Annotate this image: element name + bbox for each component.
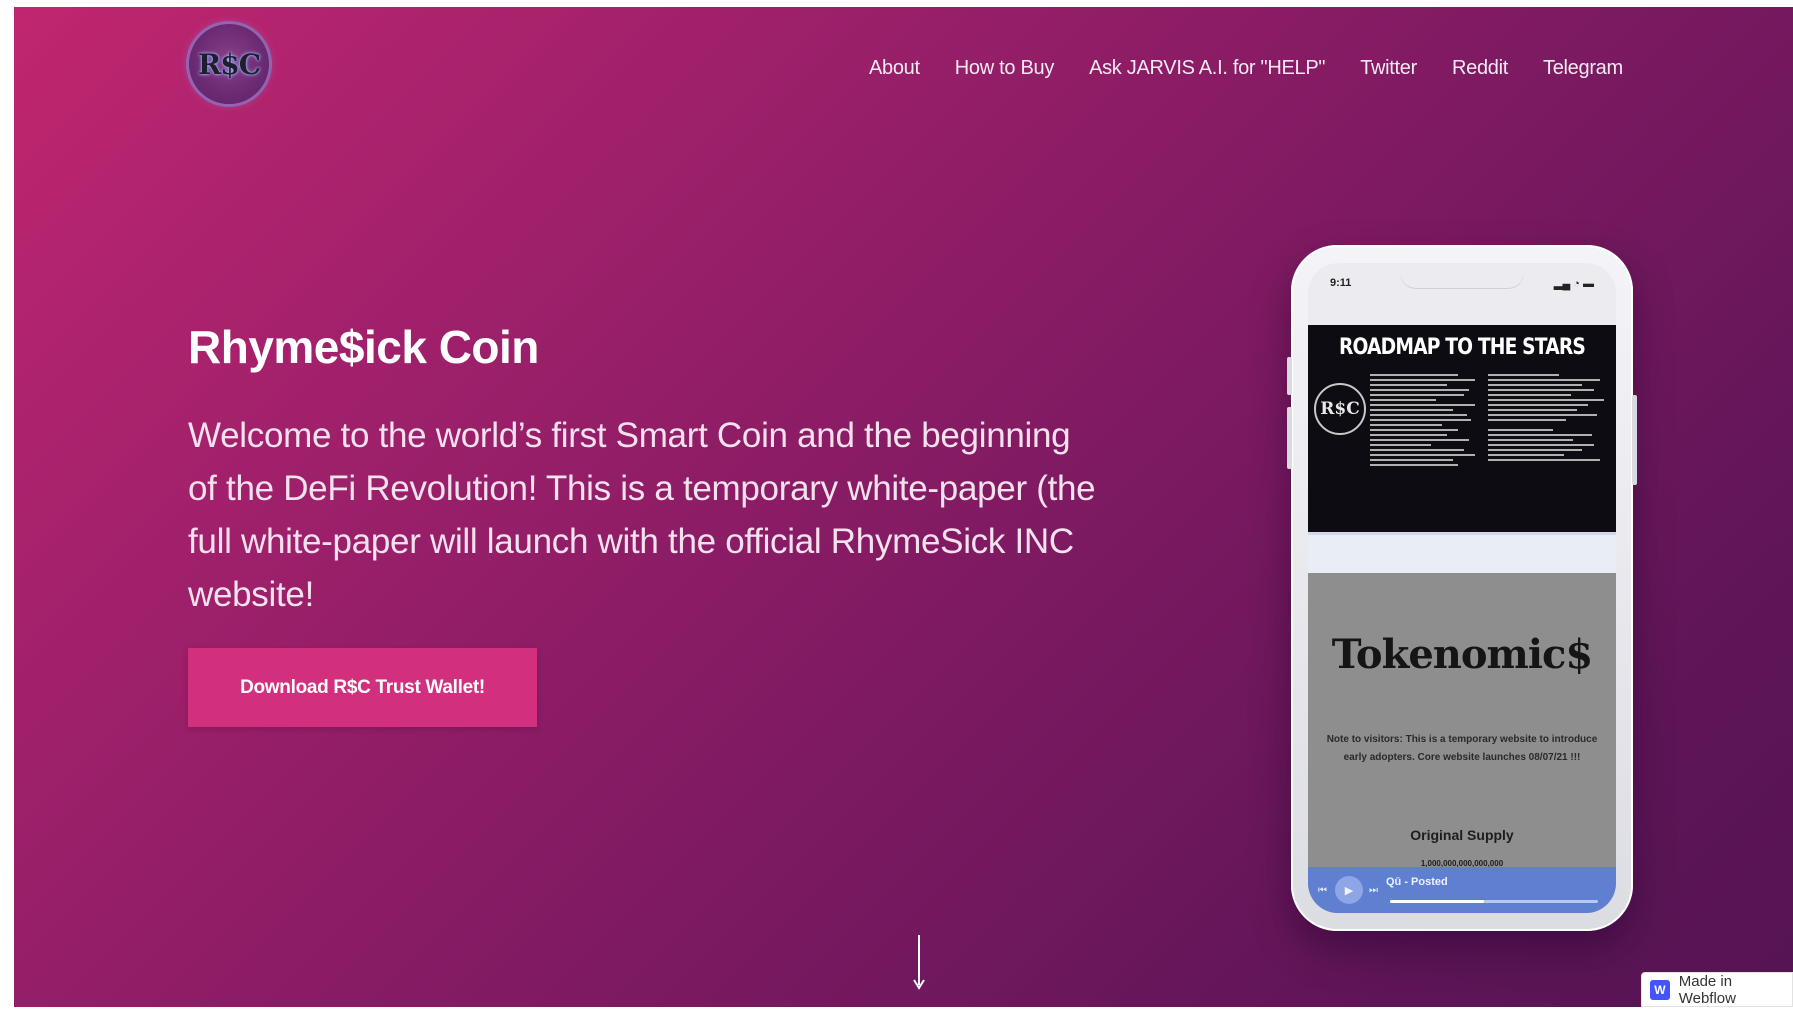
prev-icon[interactable]: ⏮ [1318,885,1327,896]
track-title: Qū - Posted [1386,876,1448,888]
download-wallet-button[interactable]: Download R$C Trust Wallet! [188,648,537,727]
phone-side-button [1287,357,1292,395]
nav-reddit[interactable]: Reddit [1452,57,1508,80]
roadmap-title: ROADMAP TO THE STARS [1338,335,1586,360]
nav-twitter[interactable]: Twitter [1360,57,1417,80]
nav-how-to-buy[interactable]: How to Buy [955,57,1055,80]
roadmap-text-left [1370,371,1480,469]
player-progress-fill [1390,900,1484,903]
phone-screen: 9:11 ▂▄ ◔ ▬ ROADMAP TO THE STARS R$C Tok… [1308,263,1616,913]
down-arrow-icon[interactable] [909,933,929,993]
hero-section: R$C About How to Buy Ask JARVIS A.I. for… [14,7,1793,1007]
logo-text: R$C [197,47,261,81]
status-icons: ▂▄ ◔ ▬ [1553,278,1594,290]
webflow-badge[interactable]: W Made in Webflow [1641,972,1793,1007]
supply-label: Original Supply [1410,827,1514,843]
play-icon[interactable]: ▶ [1335,876,1363,904]
tokenomics-title: Tokenomic$ [1331,631,1594,678]
next-icon[interactable]: ⏭ [1369,885,1378,896]
roadmap-text-right [1488,371,1606,464]
divider-strip [1308,535,1616,573]
top-nav: About How to Buy Ask JARVIS A.I. for "HE… [869,57,1658,80]
site-logo[interactable]: R$C [189,24,269,104]
roadmap-logo: R$C [1314,383,1366,435]
music-player: ⏮ ▶ ⏭ Qū - Posted [1308,867,1616,913]
nav-ask-jarvis[interactable]: Ask JARVIS A.I. for "HELP" [1089,57,1325,80]
status-time: 9:11 [1330,277,1352,289]
player-progress[interactable] [1390,900,1598,903]
hero-title: Rhyme$ick Coin [188,321,539,373]
phone-power-button [1632,395,1637,485]
visitor-note: Note to visitors: This is a temporary we… [1326,734,1598,763]
nav-telegram[interactable]: Telegram [1543,57,1623,80]
phone-mockup: 9:11 ▂▄ ◔ ▬ ROADMAP TO THE STARS R$C Tok… [1287,245,1637,931]
tokenomics-section: Tokenomic$ Note to visitors: This is a t… [1308,573,1616,913]
hero-description: Welcome to the world’s first Smart Coin … [188,416,1096,614]
nav-about[interactable]: About [869,57,920,80]
webflow-badge-label: Made in Webflow [1678,972,1736,1007]
webflow-logo-icon: W [1650,979,1670,1000]
phone-notch [1400,263,1524,289]
roadmap-image: ROADMAP TO THE STARS R$C [1308,325,1616,535]
phone-volume-button [1287,407,1292,469]
